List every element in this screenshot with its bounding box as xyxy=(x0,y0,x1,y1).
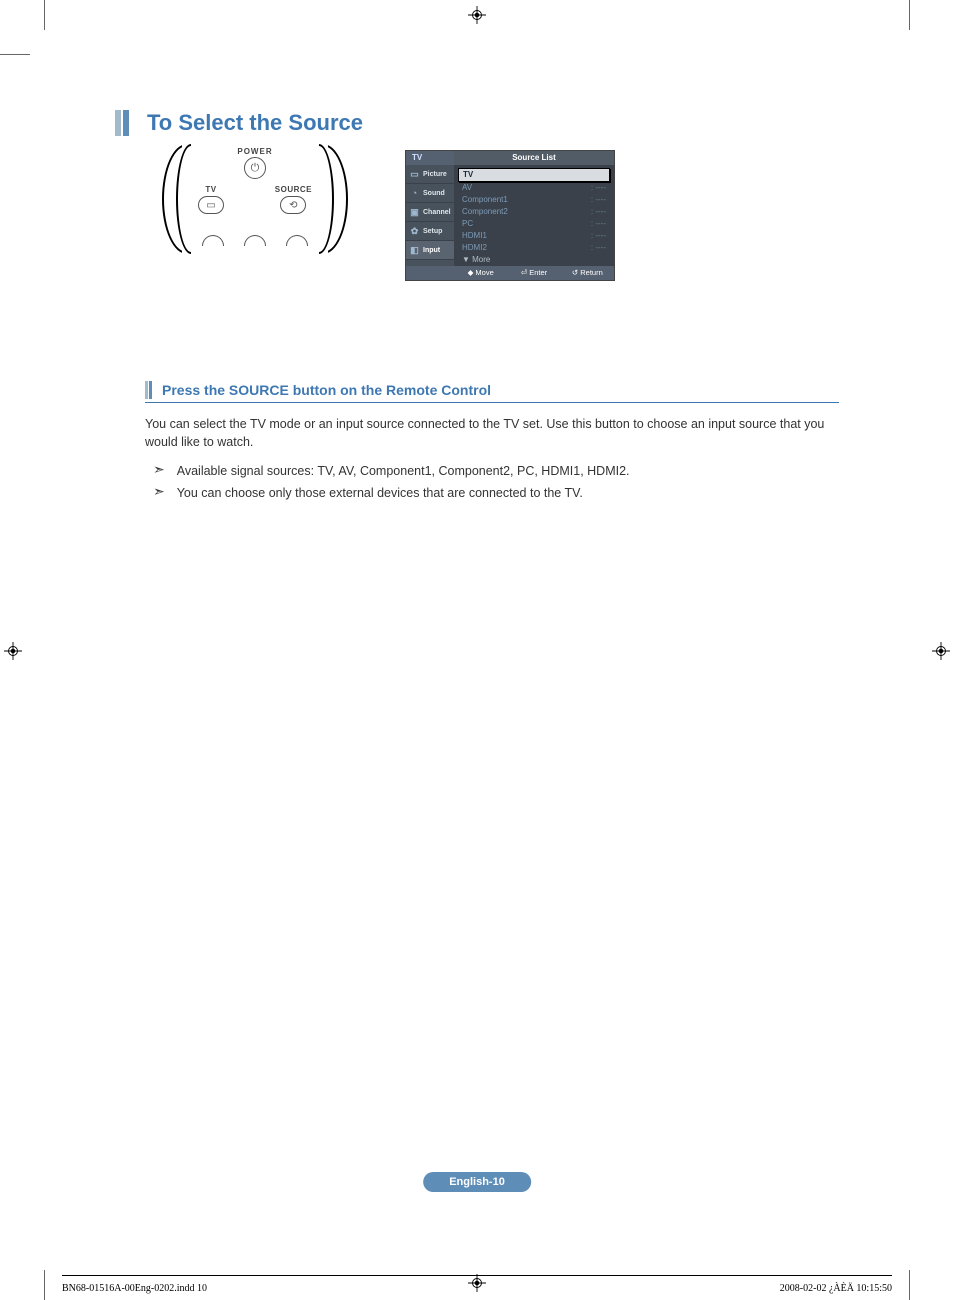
source-button-icon: ⟲ xyxy=(280,196,306,214)
sidebar-label: Picture xyxy=(423,171,447,178)
return-icon: ↺ xyxy=(572,268,580,277)
picture-icon: ▭ xyxy=(409,169,420,180)
main-heading: To Select the Source xyxy=(147,110,363,136)
input-icon: ◧ xyxy=(409,245,420,256)
remote-diagram: POWER ⏻ TV ▭ SOURCE ⟲ xyxy=(160,150,350,240)
page-number-pill: English-10 xyxy=(423,1172,531,1192)
footer-divider xyxy=(62,1275,892,1276)
sub-heading: Press the SOURCE button on the Remote Co… xyxy=(162,382,491,398)
bullet-icon: ➣ xyxy=(153,483,165,504)
osd-header-left: TV xyxy=(406,151,454,165)
osd-header-title: Source List xyxy=(454,151,614,165)
osd-source-list: TV Source List ▭Picture ◔Sound ▣Channel … xyxy=(405,150,615,281)
remote-power-label: POWER xyxy=(192,147,318,156)
setup-icon: ✿ xyxy=(409,226,420,237)
remote-source-label: SOURCE xyxy=(275,185,312,194)
osd-row: Component2: ---- xyxy=(458,206,610,218)
sidebar-label: Sound xyxy=(423,190,445,197)
power-button-icon: ⏻ xyxy=(244,157,266,179)
sub-heading-row: Press the SOURCE button on the Remote Co… xyxy=(145,381,839,403)
osd-sidebar: ▭Picture ◔Sound ▣Channel ✿Setup ◧Input xyxy=(406,165,454,266)
osd-row-selected: TV xyxy=(458,168,610,182)
bullet-text: Available signal sources: TV, AV, Compon… xyxy=(177,461,630,482)
osd-row: HDMI2: ---- xyxy=(458,242,610,254)
channel-icon: ▣ xyxy=(409,207,420,218)
sidebar-label: Setup xyxy=(423,228,442,235)
main-heading-row: To Select the Source xyxy=(115,110,839,136)
footer-timestamp: 2008-02-02 ¿ÀÈÄ 10:15:50 xyxy=(780,1283,892,1294)
bullet-text: You can choose only those external devic… xyxy=(177,483,583,504)
footer-filename: BN68-01516A-00Eng-0202.indd 10 xyxy=(62,1283,207,1294)
sidebar-label: Channel xyxy=(423,209,451,216)
registration-mark-icon xyxy=(932,642,950,660)
osd-row: Component1: ---- xyxy=(458,194,610,206)
osd-footer: ◆ Move ⏎ Enter ↺ Return xyxy=(406,266,614,280)
remote-tv-label: TV xyxy=(198,185,224,194)
heading-bar-icon xyxy=(115,110,137,136)
registration-mark-icon xyxy=(4,642,22,660)
osd-main-list: TV AV: ---- Component1: ---- Component2:… xyxy=(454,165,614,266)
tv-button-icon: ▭ xyxy=(198,196,224,214)
osd-row: AV: ---- xyxy=(458,182,610,194)
bullet-item: ➣ Available signal sources: TV, AV, Comp… xyxy=(153,461,839,482)
sound-icon: ◔ xyxy=(409,188,420,199)
sub-heading-bar-icon xyxy=(145,381,154,399)
print-footer: BN68-01516A-00Eng-0202.indd 10 2008-02-0… xyxy=(62,1283,892,1294)
osd-row: PC: ---- xyxy=(458,218,610,230)
enter-icon: ⏎ xyxy=(521,268,529,277)
osd-more: ▼ More xyxy=(458,254,610,266)
sidebar-label: Input xyxy=(423,247,440,254)
registration-mark-icon xyxy=(468,6,486,24)
bullet-icon: ➣ xyxy=(153,461,165,482)
body-paragraph: You can select the TV mode or an input s… xyxy=(145,415,839,451)
osd-row: HDMI1: ---- xyxy=(458,230,610,242)
bullet-item: ➣ You can choose only those external dev… xyxy=(153,483,839,504)
